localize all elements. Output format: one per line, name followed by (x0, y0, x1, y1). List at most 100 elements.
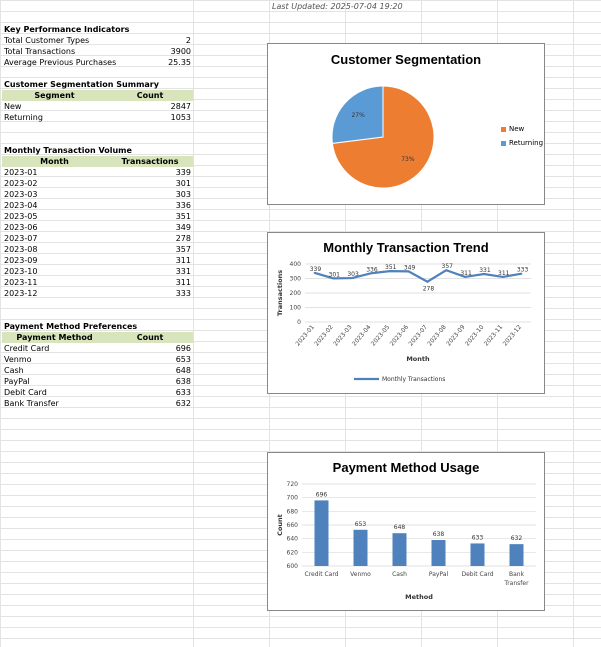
kpi-title[interactable]: Key Performance Indicators (4, 24, 190, 35)
kpi-value[interactable]: 3900 (120, 46, 191, 57)
y-tick-label: 400 (290, 261, 302, 268)
month-value[interactable]: 349 (120, 222, 191, 233)
month-label[interactable]: 2023-12 (4, 288, 104, 299)
legend-new-swatch (501, 126, 506, 132)
point-data-label: 311 (498, 270, 510, 277)
x-tick-label: 2023-06 (389, 324, 411, 348)
monthly-title[interactable]: Monthly Transaction Volume (4, 145, 190, 156)
month-label[interactable]: 2023-02 (4, 178, 104, 189)
x-tick-label: 2023-04 (351, 324, 373, 348)
x-axis-title: Method (405, 593, 433, 601)
point-data-label: 331 (479, 267, 491, 274)
point-data-label: 357 (442, 263, 454, 270)
payment-col2-header[interactable]: Count (107, 332, 193, 343)
y-tick-label: 720 (287, 481, 299, 488)
pie-data-label: 27% (351, 112, 365, 119)
bar-data-label: 633 (472, 534, 484, 541)
month-value[interactable]: 331 (120, 266, 191, 277)
payment-value[interactable]: 633 (120, 387, 191, 398)
y-tick-label: 660 (287, 522, 299, 529)
payment-value[interactable]: 696 (120, 343, 191, 354)
payment-label[interactable]: PayPal (4, 376, 104, 387)
legend-new-label: New (509, 125, 525, 133)
month-label[interactable]: 2023-08 (4, 244, 104, 255)
point-data-label: 349 (404, 264, 416, 271)
month-label[interactable]: 2023-05 (4, 211, 104, 222)
segmentation-col1-header[interactable]: Segment (2, 90, 107, 101)
segment-label[interactable]: Returning (4, 112, 104, 123)
x-tick-label: 2023-09 (445, 324, 467, 348)
payment-value[interactable]: 648 (120, 365, 191, 376)
month-value[interactable]: 339 (120, 167, 191, 178)
point-data-label: 303 (347, 271, 359, 278)
x-tick-label: 2023-03 (332, 324, 354, 348)
y-tick-label: 600 (287, 563, 299, 570)
month-value[interactable]: 333 (120, 288, 191, 299)
segment-value[interactable]: 1053 (120, 112, 191, 123)
x-tick-label: Venmo (350, 571, 371, 578)
month-value[interactable]: 303 (120, 189, 191, 200)
segmentation-title[interactable]: Customer Segmentation Summary (4, 79, 190, 90)
monthly-col1-header[interactable]: Month (2, 156, 107, 167)
month-value[interactable]: 311 (120, 277, 191, 288)
month-value[interactable]: 357 (120, 244, 191, 255)
x-tick-label: PayPal (429, 571, 449, 578)
point-data-label: 351 (385, 264, 397, 271)
month-label[interactable]: 2023-11 (4, 277, 104, 288)
monthly-col2-header[interactable]: Transactions (107, 156, 193, 167)
month-value[interactable]: 301 (120, 178, 191, 189)
series-point (426, 280, 429, 283)
x-axis-title: Month (406, 355, 430, 363)
payment-label[interactable]: Debit Card (4, 387, 104, 398)
month-value[interactable]: 311 (120, 255, 191, 266)
point-data-label: 336 (366, 266, 378, 273)
month-value[interactable]: 351 (120, 211, 191, 222)
month-label[interactable]: 2023-07 (4, 233, 104, 244)
kpi-value[interactable]: 2 (120, 35, 191, 46)
pie-data-label: 73% (401, 156, 415, 163)
month-label[interactable]: 2023-01 (4, 167, 104, 178)
legend-returning-label: Returning (509, 139, 544, 147)
month-label[interactable]: 2023-10 (4, 266, 104, 277)
monthly-trend-chart[interactable]: Monthly Transaction Trend 0 100 200 300 400 3… (267, 232, 545, 394)
legend-new: New (501, 125, 524, 133)
bar-cash (392, 533, 407, 566)
segmentation-col2-header[interactable]: Count (107, 90, 193, 101)
y-tick-label: 700 (287, 495, 299, 502)
bar-debit-card (470, 543, 485, 566)
payment-col1-header[interactable]: Payment Method (2, 332, 107, 343)
payment-usage-chart[interactable]: Payment Method Usage 600 620 640 660 680 700 7… (267, 452, 545, 611)
month-label[interactable]: 2023-06 (4, 222, 104, 233)
month-label[interactable]: 2023-04 (4, 200, 104, 211)
x-tick-label: 2023-08 (426, 324, 448, 348)
payment-label[interactable]: Cash (4, 365, 104, 376)
kpi-value[interactable]: 25.35 (120, 57, 191, 68)
payment-label[interactable]: Bank Transfer (4, 398, 104, 409)
payment-value[interactable]: 632 (120, 398, 191, 409)
y-tick-label: 620 (287, 549, 299, 556)
y-tick-label: 200 (290, 290, 302, 297)
payment-label[interactable]: Credit Card (4, 343, 104, 354)
month-label[interactable]: 2023-03 (4, 189, 104, 200)
x-tick-label: Cash (392, 571, 407, 578)
bar-paypal (431, 540, 446, 566)
customer-segmentation-chart[interactable]: Customer Segmentation 73% 27% New Returni… (267, 43, 545, 205)
x-tick-label: 2023-05 (370, 324, 392, 348)
bar-data-label: 632 (511, 535, 523, 542)
segment-label[interactable]: New (4, 101, 104, 112)
bar-data-label: 648 (394, 524, 406, 531)
payment-value[interactable]: 638 (120, 376, 191, 387)
month-value[interactable]: 336 (120, 200, 191, 211)
payment-label[interactable]: Venmo (4, 354, 104, 365)
legend-returning: Returning (501, 139, 543, 147)
x-tick-label: 2023-07 (407, 324, 429, 348)
pie-plot: 73% 27% (331, 85, 435, 189)
x-tick-label: 2023-11 (483, 324, 505, 348)
payment-value[interactable]: 653 (120, 354, 191, 365)
month-value[interactable]: 278 (120, 233, 191, 244)
legend-series-label: Monthly Transactions (382, 376, 445, 383)
payment-title[interactable]: Payment Method Preferences (4, 321, 190, 332)
bar-credit-card (314, 500, 329, 566)
month-label[interactable]: 2023-09 (4, 255, 104, 266)
segment-value[interactable]: 2847 (120, 101, 191, 112)
